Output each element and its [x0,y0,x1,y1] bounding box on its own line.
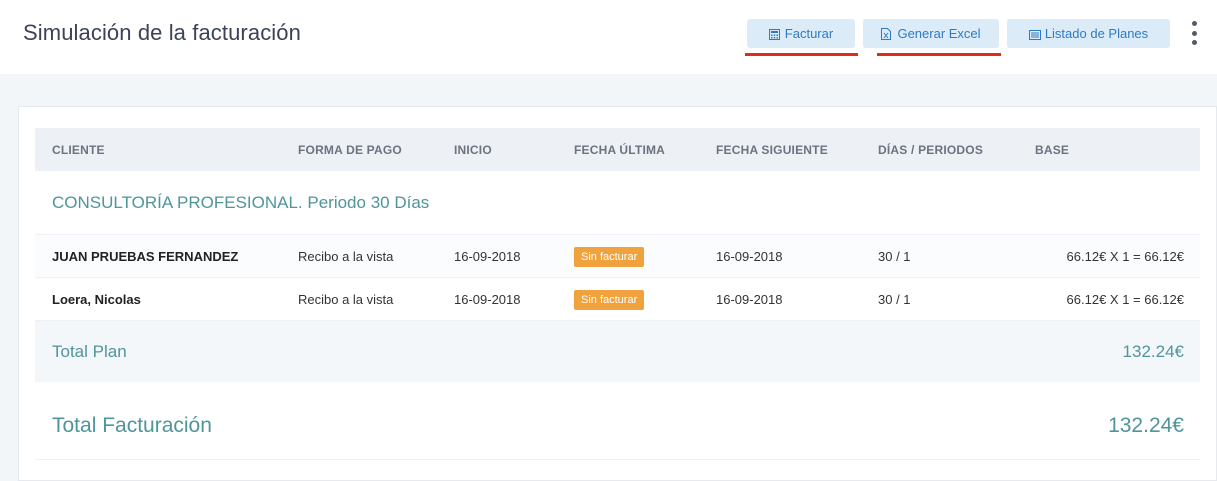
total-plan-row: Total Plan 132.24€ [35,320,1200,382]
column-header-fecha-ultima: FECHA ÚLTIMA [574,143,666,157]
total-facturacion-row: Total Facturación 132.24€ [35,382,1200,460]
billing-simulation-card: CLIENTE FORMA DE PAGO INICIO FECHA ÚLTIM… [18,106,1217,481]
listado-planes-button-label: Listado de Planes [1044,26,1149,41]
cell-dias-periodos: 30 / 1 [878,292,911,307]
excel-file-icon [881,28,892,40]
generar-excel-button[interactable]: Generar Excel [863,19,999,48]
column-header-forma-pago: FORMA DE PAGO [298,143,402,157]
table-row: JUAN PRUEBAS FERNANDEZ Recibo a la vista… [35,234,1200,277]
table-header: CLIENTE FORMA DE PAGO INICIO FECHA ÚLTIM… [35,128,1200,171]
cell-inicio: 16-09-2018 [454,249,521,264]
facturar-button-label: Facturar [784,26,834,41]
cell-cliente: JUAN PRUEBAS FERNANDEZ [52,249,239,264]
cell-inicio: 16-09-2018 [454,292,521,307]
table-row: Loera, Nicolas Recibo a la vista 16-09-2… [35,277,1200,320]
total-plan-label: Total Plan [52,342,127,361]
cell-fecha-siguiente: 16-09-2018 [716,249,783,264]
cell-forma-pago: Recibo a la vista [298,292,394,307]
cell-fecha-siguiente: 16-09-2018 [716,292,783,307]
plan-group-title: CONSULTORÍA PROFESIONAL. Periodo 30 Días [52,193,430,212]
cell-base: 66.12€ X 1 = 66.12€ [1066,292,1184,307]
total-facturacion-label: Total Facturación [52,414,212,437]
facturar-button[interactable]: Facturar [747,19,855,48]
top-bar: Simulación de la facturación Facturar Ge… [0,0,1217,74]
total-plan-value: 132.24€ [1122,342,1184,361]
cell-forma-pago: Recibo a la vista [298,249,394,264]
list-icon [1028,28,1041,40]
facturar-highlight-underline [745,53,858,56]
cell-dias-periodos: 30 / 1 [878,249,911,264]
calculator-icon [768,28,780,40]
column-header-cliente: CLIENTE [52,143,105,157]
cell-base: 66.12€ X 1 = 66.12€ [1066,249,1184,264]
cell-cliente: Loera, Nicolas [52,292,141,307]
status-badge: Sin facturar [574,247,645,267]
kebab-menu-icon[interactable] [1187,21,1201,45]
generar-excel-button-label: Generar Excel [897,26,981,41]
excel-highlight-underline [877,53,1001,56]
listado-planes-button[interactable]: Listado de Planes [1007,19,1170,48]
page-title: Simulación de la facturación [23,20,301,45]
column-header-fecha-siguiente: FECHA SIGUIENTE [716,143,828,157]
column-header-inicio: INICIO [454,143,492,157]
column-header-base: BASE [1035,143,1070,157]
total-facturacion-value: 132.24€ [1108,414,1184,437]
column-header-dias-periodos: DÍAS / PERIODOS [878,143,984,157]
status-badge: Sin facturar [574,290,645,310]
